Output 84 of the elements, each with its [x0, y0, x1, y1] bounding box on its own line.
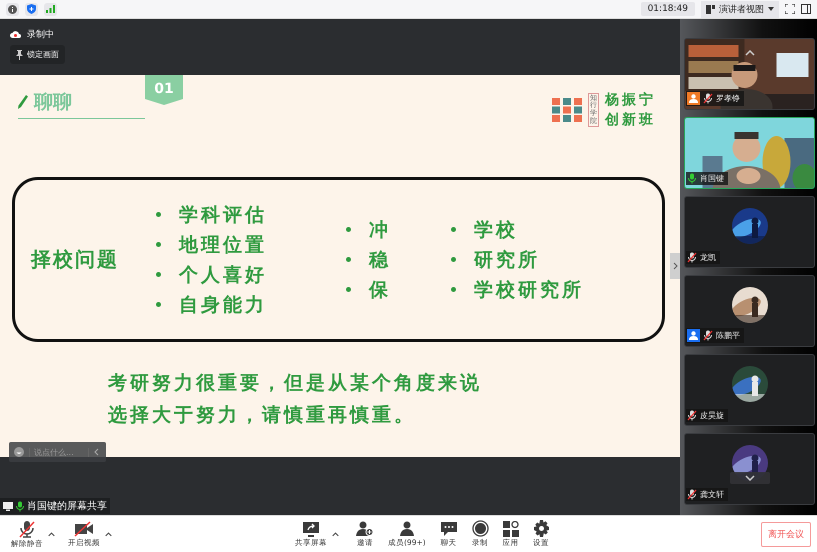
participant-name: 肖国键: [700, 173, 724, 184]
collapse-chevron-icon[interactable]: [94, 448, 99, 456]
logo-program-name: 杨振宁: [605, 91, 656, 109]
leave-meeting-button[interactable]: 离开会议: [761, 522, 811, 546]
logo-program-name: 创新班: [605, 111, 656, 129]
participant-name: 皮昊旋: [700, 410, 724, 421]
caret-down-icon: [768, 7, 774, 11]
layout-icon: [706, 4, 715, 14]
bullet-text: 地理位置: [179, 232, 267, 258]
mic-icon: [15, 500, 25, 512]
collapse-handle[interactable]: [670, 253, 680, 279]
bullet-text: 保: [369, 278, 391, 302]
bullet-icon: [451, 227, 456, 232]
settings-icon: [532, 520, 550, 537]
scroll-up-icon[interactable]: [744, 50, 754, 56]
caret-up-icon[interactable]: [105, 532, 112, 536]
bullet-icon: [451, 257, 456, 262]
bullet-text: 学科评估: [179, 202, 267, 228]
participant-name: 龙凯: [700, 252, 716, 263]
mic-icon: [687, 173, 697, 184]
bullet-text: 研究所: [474, 248, 540, 272]
chevron-down-icon: [744, 475, 754, 481]
emoji-icon[interactable]: [14, 447, 24, 457]
participant-tile[interactable]: 罗孝铮: [684, 38, 815, 110]
bullet-text: 个人喜好: [179, 262, 267, 288]
participant-tile[interactable]: 皮昊旋: [684, 354, 815, 426]
mic-muted-icon: [687, 489, 697, 500]
meeting-timer: 01:18:49: [640, 2, 695, 16]
topic-heading: 择校问题: [31, 246, 120, 273]
bullet-text: 冲: [369, 218, 391, 242]
bullet-icon: [156, 302, 161, 307]
bullet-icon: [156, 242, 161, 247]
participant-name: 罗孝铮: [716, 93, 740, 104]
conclusion-text: 选择大于努力，请慎重再慎重。: [108, 403, 417, 428]
pin-icon: [16, 50, 23, 60]
sidebar-toggle-icon[interactable]: [801, 4, 811, 14]
caret-up-icon[interactable]: [332, 532, 339, 536]
mic-muted-icon: [703, 93, 713, 104]
chat-input-field[interactable]: 说点什么...: [29, 448, 89, 456]
recording-status: 录制中: [27, 28, 54, 41]
chat-bar[interactable]: 说点什么...: [9, 442, 106, 462]
participant-tile[interactable]: 肖国键: [684, 117, 815, 189]
bullet-icon: [346, 287, 351, 292]
chat-bubble-icon: [440, 520, 458, 536]
participant-tile[interactable]: 龙凯: [684, 196, 815, 268]
chevron-right-icon: [672, 262, 678, 270]
bullet-text: 稳: [369, 248, 391, 272]
caret-up-icon[interactable]: [48, 532, 55, 536]
shield-icon[interactable]: [27, 4, 36, 14]
bullet-icon: [156, 212, 161, 217]
fullscreen-icon[interactable]: [785, 4, 795, 14]
bullet-text: 自身能力: [179, 292, 267, 318]
participant-name: 龚文轩: [700, 489, 724, 500]
logo-mark-icon: [552, 98, 582, 122]
invite-person-icon: [356, 520, 374, 536]
view-dropdown[interactable]: 演讲者视图: [701, 0, 779, 18]
scroll-down-button[interactable]: [730, 472, 770, 484]
pencil-icon: [18, 95, 28, 109]
camera-off-icon: [74, 520, 94, 536]
person-icon: [398, 520, 416, 536]
bullet-text: 学校研究所: [474, 278, 584, 302]
bullet-text: 学校: [474, 218, 518, 242]
screen-share-label: 肖国键的屏幕共享: [27, 500, 107, 513]
share-screen-icon: [302, 520, 320, 536]
mic-muted-icon: [703, 330, 713, 341]
cloud-icon: [10, 31, 21, 38]
bullet-icon: [346, 257, 351, 262]
participant-name: 陈鹏平: [716, 330, 740, 341]
mic-muted-icon: [687, 252, 697, 263]
bullet-icon: [156, 272, 161, 277]
mic-muted-icon: [18, 520, 36, 538]
bullet-icon: [346, 227, 351, 232]
participant-tile[interactable]: 陈鹏平: [684, 275, 815, 347]
apps-grid-icon: [502, 520, 519, 536]
info-icon[interactable]: [8, 4, 17, 14]
record-icon: [472, 520, 489, 537]
bullet-icon: [451, 287, 456, 292]
pin-view-button[interactable]: 锁定画面: [10, 45, 65, 64]
participant-tile[interactable]: 龚文轩: [684, 433, 815, 505]
conclusion-text: 考研努力很重要，但是从某个角度来说: [108, 371, 483, 396]
slide-number: 01: [145, 75, 183, 105]
screen-share-icon: [3, 502, 13, 510]
slide-title: 聊聊: [34, 90, 72, 115]
mic-muted-icon: [687, 410, 697, 421]
